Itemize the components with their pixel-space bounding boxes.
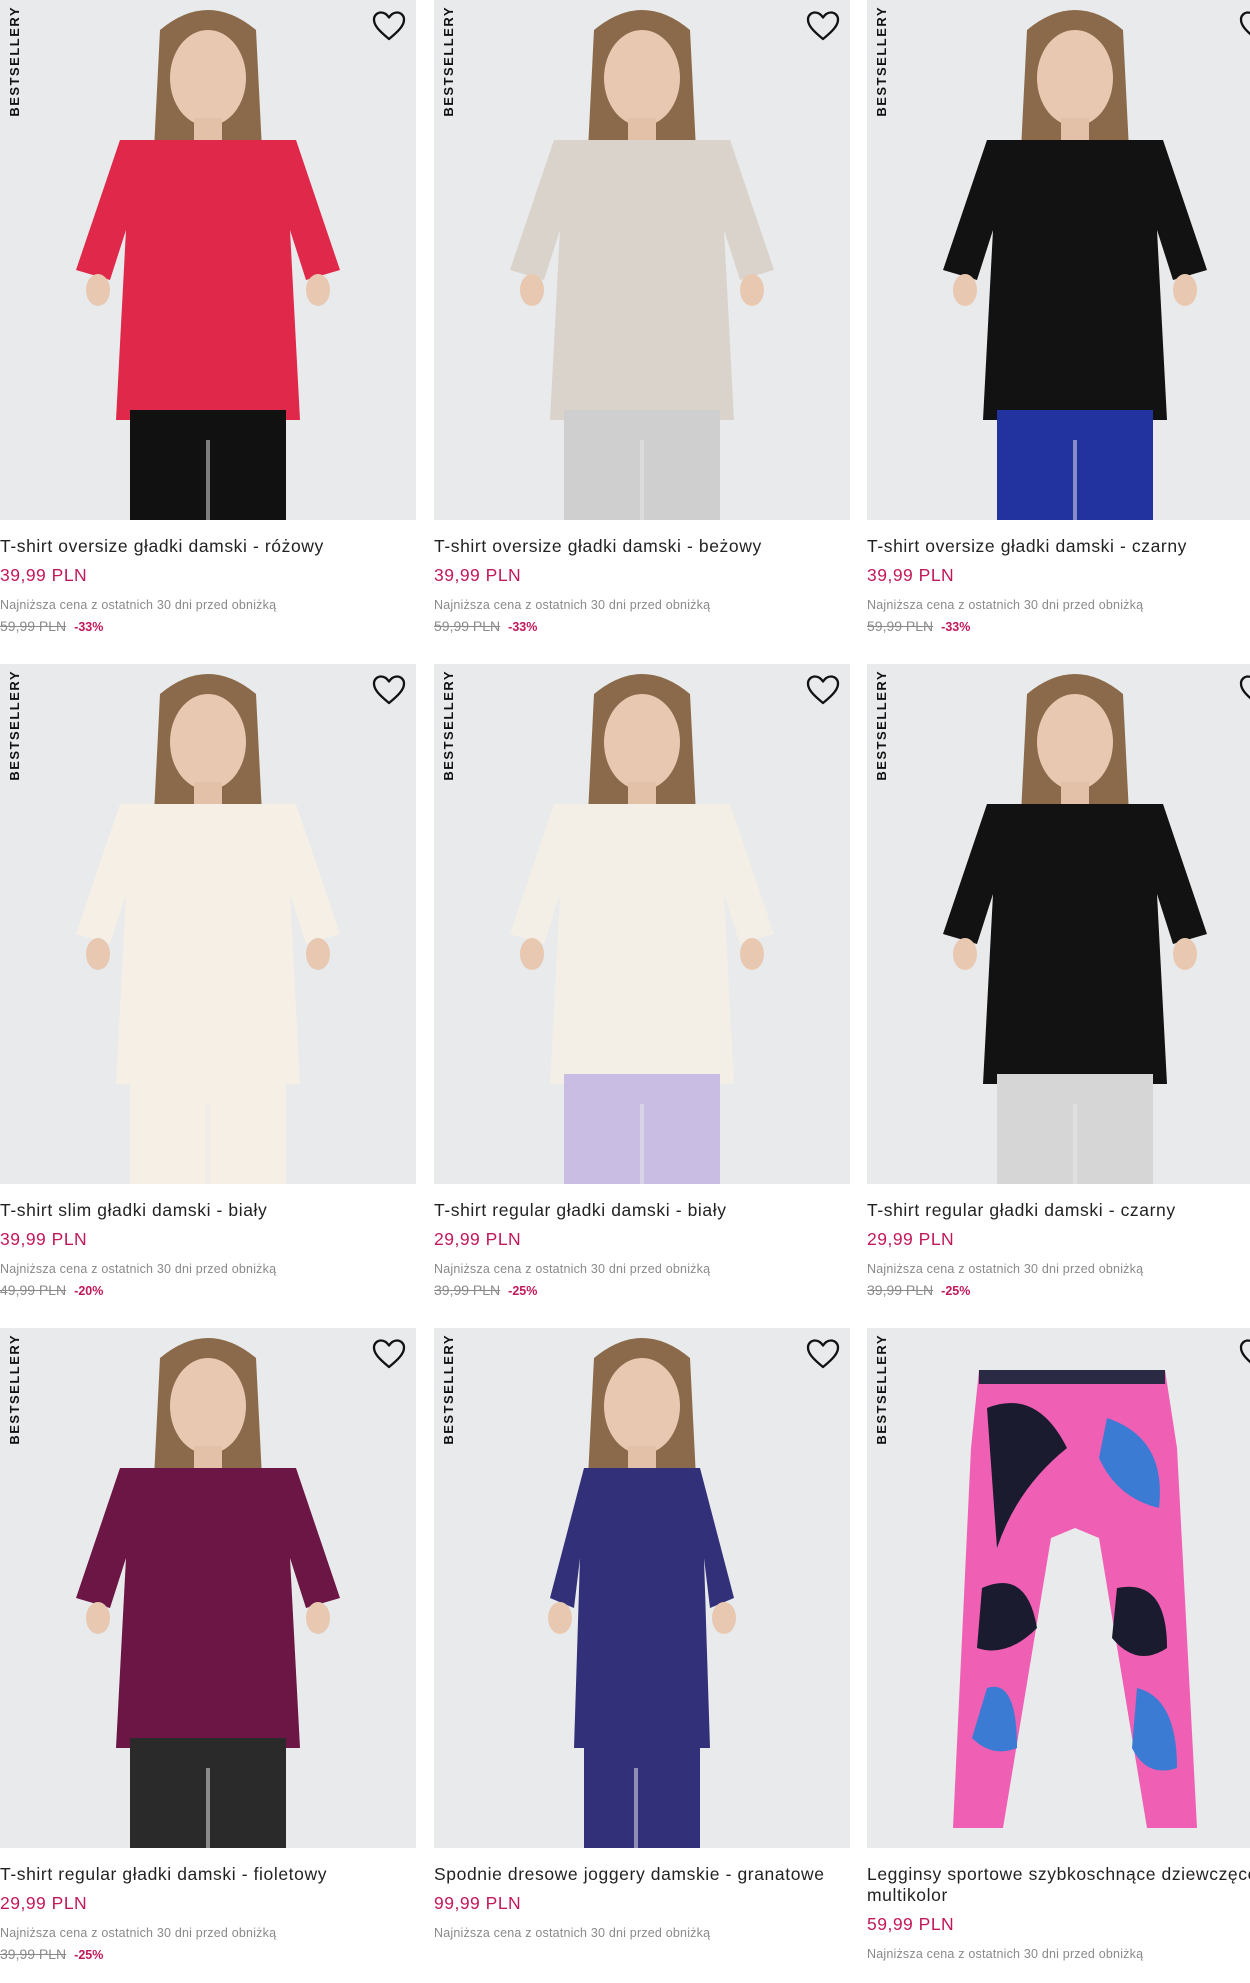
old-price: 39,99 PLN bbox=[434, 1282, 501, 1298]
product-image[interactable]: BESTSELLERY bbox=[434, 0, 850, 520]
heart-icon[interactable] bbox=[372, 1338, 406, 1370]
product-image[interactable]: BESTSELLERY bbox=[867, 664, 1250, 1184]
product-price: 39,99 PLN bbox=[0, 565, 88, 585]
product-card[interactable]: BESTSELLERY T-shirt regular gładki damsk… bbox=[867, 664, 1250, 1298]
heart-icon[interactable] bbox=[372, 10, 406, 42]
product-price: 39,99 PLN bbox=[0, 1229, 88, 1249]
product-image[interactable]: BESTSELLERY bbox=[0, 1328, 416, 1848]
old-price-row: 49,99 PLN -20% bbox=[0, 1282, 416, 1298]
product-card[interactable]: BESTSELLERY Spodnie dresowe joggery dams… bbox=[434, 1328, 850, 1962]
product-image-model bbox=[0, 0, 416, 520]
heart-icon[interactable] bbox=[806, 674, 840, 706]
product-title[interactable]: T-shirt slim gładki damski - biały bbox=[0, 1200, 416, 1221]
bestseller-badge: BESTSELLERY bbox=[874, 670, 889, 781]
product-card[interactable]: BESTSELLERY T-shirt oversize gładki dams… bbox=[0, 0, 416, 634]
old-price: 59,99 PLN bbox=[0, 618, 67, 634]
bestseller-badge: BESTSELLERY bbox=[7, 6, 22, 117]
product-price: 39,99 PLN bbox=[867, 565, 955, 585]
product-price: 29,99 PLN bbox=[867, 1229, 955, 1249]
old-price: 59,99 PLN bbox=[434, 618, 501, 634]
lowest-price-note: Najniższa cena z ostatnich 30 dni przed … bbox=[0, 598, 277, 612]
lowest-price-note: Najniższa cena z ostatnich 30 dni przed … bbox=[434, 1262, 711, 1276]
bestseller-badge: BESTSELLERY bbox=[441, 6, 456, 117]
product-title[interactable]: Spodnie dresowe joggery damskie - granat… bbox=[434, 1864, 850, 1885]
heart-icon[interactable] bbox=[1239, 674, 1250, 706]
heart-icon[interactable] bbox=[806, 10, 840, 42]
product-image[interactable]: BESTSELLERY bbox=[434, 664, 850, 1184]
lowest-price-note: Najniższa cena z ostatnich 30 dni przed … bbox=[0, 1926, 277, 1940]
old-price: 39,99 PLN bbox=[867, 1282, 934, 1298]
discount-badge: -25% bbox=[74, 1948, 104, 1962]
old-price-row bbox=[867, 1967, 1250, 1983]
old-price: 49,99 PLN bbox=[0, 1282, 67, 1298]
lowest-price-note: Najniższa cena z ostatnich 30 dni przed … bbox=[434, 598, 711, 612]
product-image[interactable]: BESTSELLERY bbox=[0, 0, 416, 520]
product-card[interactable]: BESTSELLERY T-shirt regular gładki damsk… bbox=[0, 1328, 416, 1962]
product-title[interactable]: T-shirt oversize gładki damski - czarny bbox=[867, 536, 1250, 557]
lowest-price-note: Najniższa cena z ostatnich 30 dni przed … bbox=[867, 598, 1144, 612]
product-price: 39,99 PLN bbox=[434, 565, 522, 585]
old-price-row: 59,99 PLN -33% bbox=[434, 618, 850, 634]
bestseller-badge: BESTSELLERY bbox=[874, 6, 889, 117]
heart-icon[interactable] bbox=[1239, 10, 1250, 42]
old-price-row: 39,99 PLN -25% bbox=[867, 1282, 1250, 1298]
product-title[interactable]: T-shirt regular gładki damski - biały bbox=[434, 1200, 850, 1221]
product-card[interactable]: BESTSELLERY T-shirt oversize gładki dams… bbox=[867, 0, 1250, 634]
product-title[interactable]: T-shirt regular gładki damski - fioletow… bbox=[0, 1864, 416, 1885]
product-image[interactable]: BESTSELLERY bbox=[0, 664, 416, 1184]
heart-icon[interactable] bbox=[806, 1338, 840, 1370]
discount-badge: -33% bbox=[74, 620, 104, 634]
product-image[interactable]: BESTSELLERY bbox=[867, 1328, 1250, 1848]
discount-badge: -25% bbox=[941, 1284, 971, 1298]
lowest-price-note: Najniższa cena z ostatnich 30 dni przed … bbox=[0, 1262, 277, 1276]
old-price-row: 39,99 PLN -25% bbox=[434, 1282, 850, 1298]
old-price-row: 59,99 PLN -33% bbox=[867, 618, 1250, 634]
lowest-price-note: Najniższa cena z ostatnich 30 dni przed … bbox=[434, 1926, 711, 1940]
old-price: 59,99 PLN bbox=[867, 618, 934, 634]
heart-icon[interactable] bbox=[1239, 1338, 1250, 1370]
product-image[interactable]: BESTSELLERY bbox=[434, 1328, 850, 1848]
product-image-model bbox=[434, 664, 850, 1184]
product-image-leggings bbox=[867, 1328, 1250, 1848]
product-title[interactable]: Legginsy sportowe szybkoschnące dziewczę… bbox=[867, 1864, 1250, 1906]
product-card[interactable]: BESTSELLERY Legginsy sportowe szybkoschn… bbox=[867, 1328, 1250, 1983]
product-image-model bbox=[434, 0, 850, 520]
product-title[interactable]: T-shirt oversize gładki damski - różowy bbox=[0, 536, 416, 557]
product-grid: BESTSELLERY T-shirt oversize gładki dams… bbox=[0, 0, 1250, 1971]
product-card[interactable]: BESTSELLERY T-shirt slim gładki damski -… bbox=[0, 664, 416, 1298]
discount-badge: -20% bbox=[74, 1284, 104, 1298]
product-card[interactable]: BESTSELLERY T-shirt regular gładki damsk… bbox=[434, 664, 850, 1298]
heart-icon[interactable] bbox=[372, 674, 406, 706]
old-price: 39,99 PLN bbox=[0, 1946, 67, 1962]
product-image-model bbox=[867, 664, 1250, 1184]
product-image[interactable]: BESTSELLERY bbox=[867, 0, 1250, 520]
bestseller-badge: BESTSELLERY bbox=[7, 1334, 22, 1445]
discount-badge: -33% bbox=[941, 620, 971, 634]
discount-badge: -33% bbox=[508, 620, 538, 634]
product-price: 99,99 PLN bbox=[434, 1893, 522, 1913]
bestseller-badge: BESTSELLERY bbox=[441, 1334, 456, 1445]
old-price-row: 59,99 PLN -33% bbox=[0, 618, 416, 634]
lowest-price-note: Najniższa cena z ostatnich 30 dni przed … bbox=[867, 1947, 1144, 1961]
old-price-row bbox=[434, 1946, 850, 1962]
bestseller-badge: BESTSELLERY bbox=[7, 670, 22, 781]
product-card[interactable]: BESTSELLERY T-shirt oversize gładki dams… bbox=[434, 0, 850, 634]
bestseller-badge: BESTSELLERY bbox=[874, 1334, 889, 1445]
product-image-model bbox=[867, 0, 1250, 520]
old-price-row: 39,99 PLN -25% bbox=[0, 1946, 416, 1962]
product-price: 29,99 PLN bbox=[0, 1893, 88, 1913]
product-image-model bbox=[0, 664, 416, 1184]
product-image-model bbox=[434, 1328, 850, 1848]
product-title[interactable]: T-shirt oversize gładki damski - beżowy bbox=[434, 536, 850, 557]
bestseller-badge: BESTSELLERY bbox=[441, 670, 456, 781]
discount-badge: -25% bbox=[508, 1284, 538, 1298]
product-image-model bbox=[0, 1328, 416, 1848]
product-price: 59,99 PLN bbox=[867, 1914, 955, 1934]
lowest-price-note: Najniższa cena z ostatnich 30 dni przed … bbox=[867, 1262, 1144, 1276]
product-title[interactable]: T-shirt regular gładki damski - czarny bbox=[867, 1200, 1250, 1221]
product-price: 29,99 PLN bbox=[434, 1229, 522, 1249]
